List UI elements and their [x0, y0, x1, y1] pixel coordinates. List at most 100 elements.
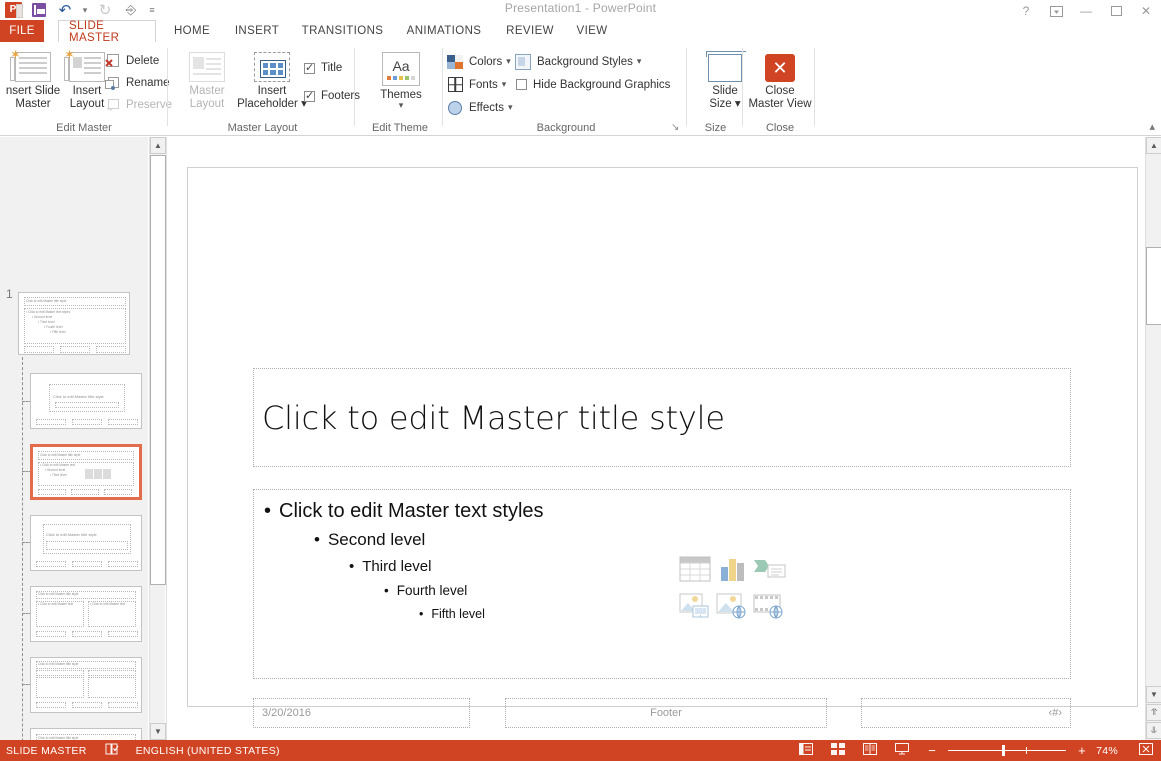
- thumbnail-pane-scrollbar[interactable]: ▲ ▼: [149, 137, 166, 740]
- help-icon[interactable]: ?: [1011, 1, 1041, 21]
- collapse-ribbon-icon[interactable]: ▴: [1149, 120, 1155, 133]
- view-reading-icon[interactable]: [863, 743, 878, 758]
- maximize-icon[interactable]: [1101, 1, 1131, 21]
- close-master-view-button[interactable]: ✕ Close Master View: [748, 50, 812, 111]
- zoom-in-button[interactable]: +: [1078, 743, 1086, 758]
- view-slide-sorter-icon[interactable]: [831, 743, 846, 758]
- zoom-slider-thumb[interactable]: [1002, 745, 1006, 756]
- layout-connector-line: [22, 347, 23, 740]
- view-slideshow-icon[interactable]: [895, 743, 910, 758]
- next-slide-button[interactable]: ⥥: [1146, 722, 1161, 739]
- themes-dropdown-icon[interactable]: ▾: [399, 101, 404, 110]
- status-language[interactable]: ENGLISH (UNITED STATES): [136, 745, 280, 757]
- background-dialog-launcher[interactable]: ↘: [671, 122, 683, 134]
- fit-to-window-icon[interactable]: [1139, 743, 1153, 758]
- tab-insert[interactable]: INSERT: [228, 20, 286, 42]
- insert-video-icon[interactable]: [753, 592, 787, 624]
- main-scroll-down-button[interactable]: ▼: [1146, 686, 1161, 703]
- slide-number-placeholder-text: ‹#›: [1048, 707, 1062, 719]
- insert-table-icon[interactable]: [679, 555, 713, 587]
- slide-thumbnail-pane[interactable]: 1 Click to edit Master title style • Cli…: [0, 137, 148, 740]
- thumbnail-slide-master[interactable]: Click to edit Master title style • Click…: [18, 292, 130, 355]
- thumbnail-layout-comparison[interactable]: Click to edit Master title style: [30, 657, 142, 713]
- thumbnail-layout-title-slide[interactable]: Click to edit Master title style: [30, 373, 142, 429]
- title-checkbox[interactable]: Title: [304, 54, 360, 82]
- tab-review[interactable]: REVIEW: [500, 20, 560, 42]
- delete-icon: [102, 52, 122, 70]
- thumbnail-layout-section-header[interactable]: Click to edit Master title style: [30, 515, 142, 571]
- delete-button[interactable]: Delete: [102, 50, 172, 72]
- title-checkbox-box[interactable]: [304, 61, 315, 74]
- themes-button[interactable]: Aa Themes ▾: [373, 50, 429, 110]
- main-scrollbar-thumb[interactable]: [1146, 247, 1161, 325]
- tab-animations[interactable]: ANIMATIONS: [396, 20, 492, 42]
- bullet-level-3-icon: •: [349, 558, 355, 575]
- rename-button[interactable]: Rename: [102, 72, 172, 94]
- footer-placeholder[interactable]: Footer: [505, 698, 827, 728]
- group-name-close: Close: [765, 122, 795, 134]
- thumbnail-scroll-down-button[interactable]: ▼: [150, 723, 166, 740]
- title-placeholder-text: Click to edit Master title style: [262, 398, 725, 437]
- insert-chart-icon[interactable]: [716, 555, 750, 587]
- preserve-label: Preserve: [126, 99, 173, 111]
- thumbnail-layout-title-and-content[interactable]: Click to edit Master title style • Click…: [30, 444, 142, 500]
- body-placeholder[interactable]: • Click to edit Master text styles • Sec…: [253, 489, 1071, 679]
- ribbon-group-background: Colors ▾ Fonts ▾ Effects ▾ Background St…: [445, 42, 687, 136]
- main-vertical-scrollbar[interactable]: ▲ ▼ ⥣ ⥥: [1145, 137, 1161, 740]
- title-bar: P ↶ ▾ ↻ ⎆ ≡ Presentation1 - PowerPoint ?…: [0, 0, 1161, 20]
- background-styles-dropdown-icon[interactable]: ▾: [637, 56, 642, 67]
- tab-view[interactable]: VIEW: [568, 20, 616, 42]
- colors-dropdown-icon[interactable]: ▾: [506, 56, 511, 67]
- zoom-slider[interactable]: [948, 745, 1067, 756]
- fonts-dropdown-icon[interactable]: ▾: [502, 79, 507, 90]
- effects-dropdown-icon[interactable]: ▾: [508, 102, 513, 113]
- hide-background-graphics-box[interactable]: [516, 79, 527, 90]
- thumbnail-layout-two-content[interactable]: Click to edit Master title style • Click…: [30, 586, 142, 642]
- title-placeholder[interactable]: Click to edit Master title style: [253, 368, 1071, 467]
- zoom-out-button[interactable]: −: [928, 743, 936, 758]
- slide-size-dropdown-icon[interactable]: ▾: [735, 98, 741, 110]
- slide-canvas[interactable]: Click to edit Master title style • Click…: [187, 167, 1138, 728]
- preserve-button[interactable]: Preserve: [102, 94, 172, 116]
- ribbon: ✶ nsert Slide Master ✶ Insert Layout Del…: [0, 42, 1161, 136]
- thumbnail-scroll-up-button[interactable]: ▲: [150, 137, 166, 154]
- insert-slide-master-icon: ✶: [10, 48, 51, 82]
- insert-smartart-icon[interactable]: [753, 555, 787, 587]
- close-icon[interactable]: ✕: [1131, 1, 1161, 21]
- fonts-button[interactable]: Fonts ▾: [445, 73, 512, 96]
- background-styles-button[interactable]: Background Styles ▾: [513, 50, 670, 73]
- tab-transitions[interactable]: TRANSITIONS: [295, 20, 390, 42]
- effects-button[interactable]: Effects ▾: [445, 96, 512, 119]
- minimize-icon[interactable]: —: [1071, 1, 1101, 21]
- tab-home[interactable]: HOME: [168, 20, 216, 42]
- date-placeholder[interactable]: 3/20/2016: [253, 698, 470, 728]
- thumbnail-scrollbar-thumb[interactable]: [150, 155, 166, 585]
- colors-button[interactable]: Colors ▾: [445, 50, 512, 73]
- view-normal-icon[interactable]: [799, 743, 814, 758]
- group-name-edit-master: Edit Master: [56, 122, 112, 134]
- date-placeholder-text: 3/20/2016: [262, 707, 311, 719]
- insert-slide-master-button[interactable]: ✶ nsert Slide Master: [4, 48, 62, 111]
- previous-slide-button[interactable]: ⥣: [1146, 704, 1161, 721]
- spellcheck-icon[interactable]: [105, 743, 119, 758]
- hide-background-graphics-checkbox[interactable]: Hide Background Graphics: [513, 73, 670, 96]
- insert-placeholder-button[interactable]: Insert Placeholder ▾: [230, 48, 314, 111]
- zoom-level-label[interactable]: 74%: [1096, 745, 1118, 757]
- insert-picture-icon[interactable]: [679, 592, 713, 624]
- tab-file[interactable]: FILE: [0, 20, 44, 42]
- main-scroll-up-button[interactable]: ▲: [1146, 137, 1161, 154]
- master-layout-button[interactable]: Master Layout: [178, 48, 236, 111]
- slide-number-placeholder[interactable]: ‹#›: [861, 698, 1071, 728]
- tab-slide-master[interactable]: SLIDE MASTER: [58, 20, 156, 44]
- thumbnail-layout-title-only[interactable]: Click to edit Master title style: [30, 728, 142, 740]
- insert-online-picture-icon[interactable]: [716, 592, 750, 624]
- title-checkbox-label: Title: [321, 62, 343, 74]
- slide-editing-area[interactable]: Click to edit Master title style • Click…: [166, 137, 1138, 740]
- body-level-5-text: Fifth level: [431, 607, 485, 621]
- ribbon-display-options-icon[interactable]: [1041, 1, 1071, 21]
- footers-checkbox-box[interactable]: [304, 89, 315, 102]
- slide-size-label2: Size ▾: [709, 98, 741, 110]
- footers-checkbox[interactable]: Footers: [304, 82, 360, 110]
- colors-label: Colors: [469, 55, 503, 68]
- ribbon-tab-bar: FILE SLIDE MASTER HOME INSERT TRANSITION…: [0, 20, 1161, 54]
